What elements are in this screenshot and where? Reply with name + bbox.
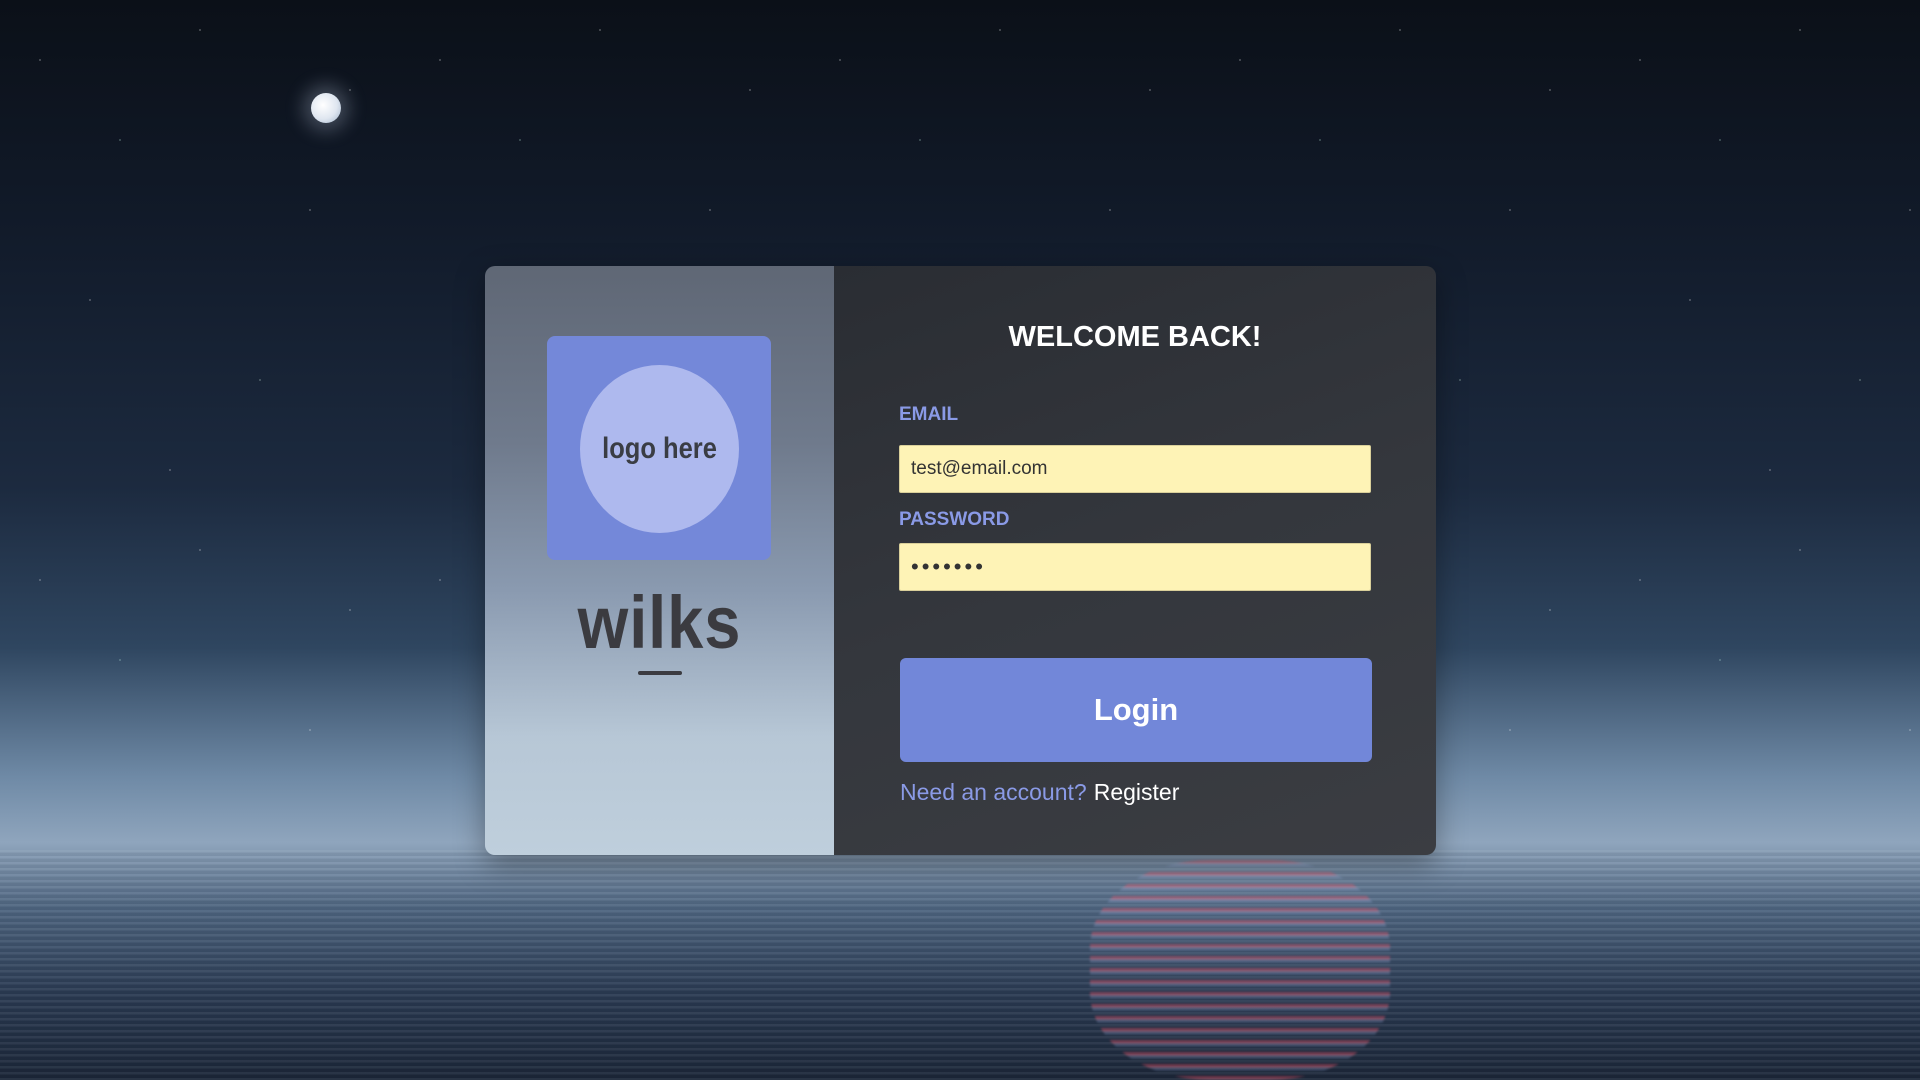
logo-placeholder-text: logo here: [602, 432, 717, 465]
register-line: Need an account? Register: [900, 779, 1179, 806]
page-title: WELCOME BACK!: [1008, 321, 1262, 353]
login-button[interactable]: Login: [900, 658, 1372, 762]
login-form-panel: WELCOME BACK! EMAIL PASSWORD Login Need …: [834, 266, 1436, 855]
brand-wordmark: wilks: [577, 581, 742, 664]
register-link[interactable]: Register: [1094, 779, 1180, 805]
brand-panel: logo here wilks: [485, 266, 834, 855]
login-card: logo here wilks WELCOME BACK! EMAIL PASS…: [485, 266, 1436, 855]
register-prompt: Need an account?: [900, 779, 1087, 805]
water-reflection: [1090, 860, 1390, 1080]
password-label: PASSWORD: [899, 509, 1010, 530]
logo-box: logo here: [547, 336, 771, 560]
password-field[interactable]: [899, 543, 1371, 591]
wordmark-underline: [638, 671, 682, 675]
water-surface: [0, 850, 1920, 1080]
logo-circle: logo here: [580, 365, 739, 533]
email-field[interactable]: [899, 445, 1371, 493]
moon: [311, 93, 341, 123]
email-label: EMAIL: [899, 404, 959, 425]
